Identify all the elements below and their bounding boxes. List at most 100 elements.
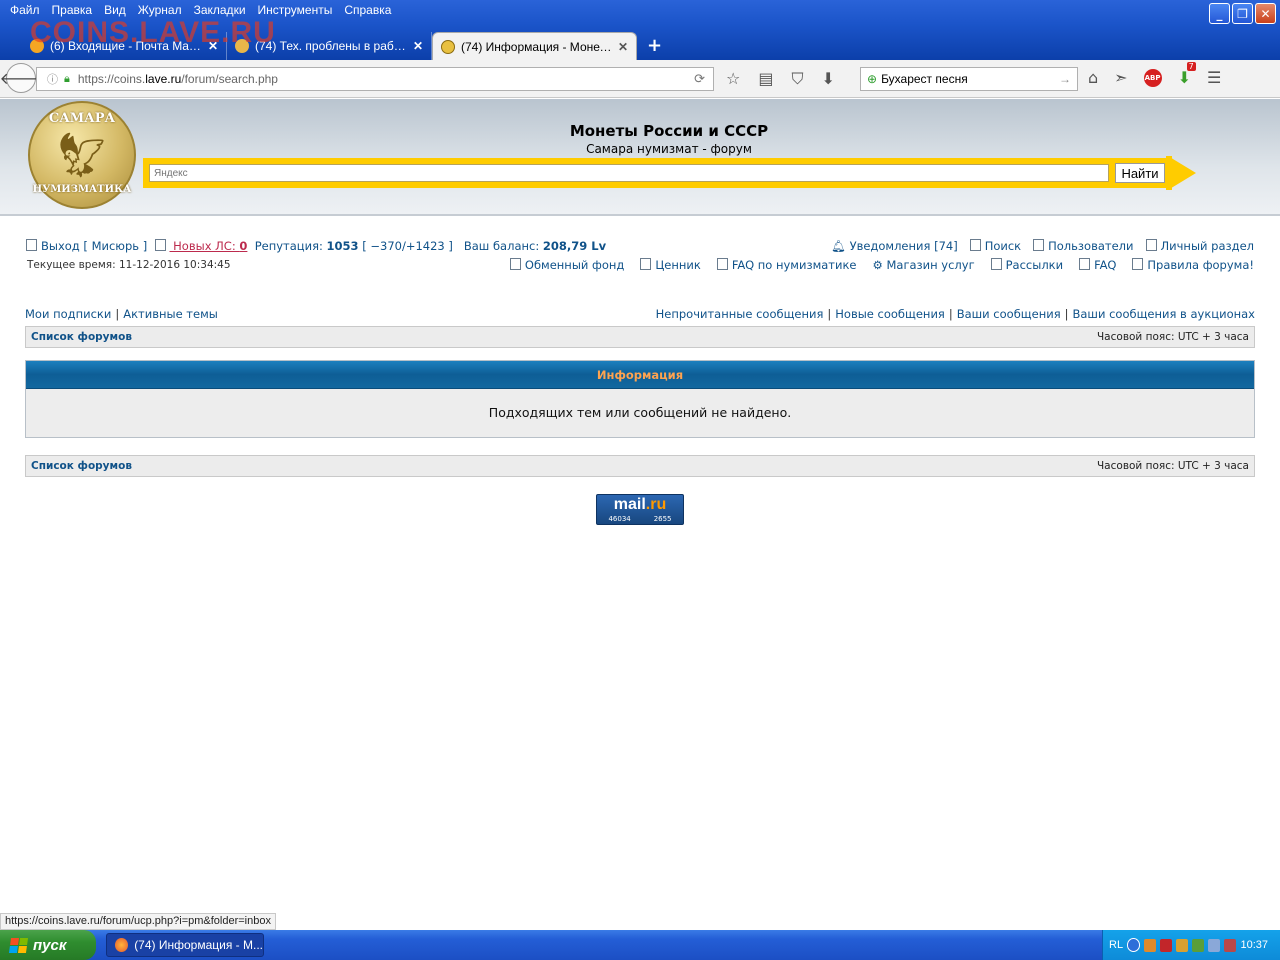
no-results-message: Подходящих тем или сообщений не найдено. [488,405,792,420]
smiley-favicon-icon [441,39,455,54]
menu-bookmarks[interactable]: Закладки [188,0,252,22]
smiley-favicon-icon [235,39,249,53]
maximize-button[interactable]: ❐ [1232,3,1253,24]
yandex-search-input[interactable] [149,164,1109,182]
menu-edit[interactable]: Правка [46,0,99,22]
menu-bar: Файл Правка Вид Журнал Закладки Инструме… [0,0,397,22]
unread-posts-link[interactable]: Непрочитанные сообщения [656,307,824,321]
tray-app-icon[interactable] [1192,938,1205,952]
help-icon [1079,258,1091,270]
your-auction-posts-link[interactable]: Ваши сообщения в аукционах [1073,307,1256,321]
forum-index-link[interactable]: Список форумов [31,460,132,472]
close-tab-icon[interactable]: ✕ [618,40,628,54]
bookmark-star-icon[interactable]: ☆ [726,69,740,89]
tab-information[interactable]: (74) Информация - Монеты ... ✕ [432,32,637,60]
minimize-button[interactable]: _ [1209,3,1230,24]
search-engine-icon: ⊕ [867,72,878,86]
reading-list-icon[interactable]: ▤ [758,69,773,89]
logout-link[interactable]: Выход [ Мисюрь ] [41,239,147,253]
my-subscriptions-link[interactable]: Мои подписки [25,307,111,321]
reputation-detail-link[interactable]: [ −370/+1423 ] [362,239,453,253]
close-tab-icon[interactable]: ✕ [413,39,423,53]
close-tab-icon[interactable]: ✕ [208,39,218,53]
price-list-link[interactable]: Ценник [640,258,701,272]
menu-view[interactable]: Вид [98,0,132,22]
window-controls: _ ❐ ✕ [1209,3,1276,24]
adblock-icon[interactable]: ABP [1143,68,1162,87]
windows-taskbar: пуск (74) Информация - М... RL 10:37 [0,930,1280,960]
find-button[interactable]: Найти [1115,163,1165,183]
hamburger-menu-icon[interactable]: ☰ [1207,68,1221,87]
tray-app-icon[interactable] [1160,938,1173,952]
browser-titlebar: Файл Правка Вид Журнал Закладки Инструме… [0,0,1280,62]
close-window-button[interactable]: ✕ [1255,3,1276,24]
tab-tech-problems[interactable]: (74) Тех. проблены в работ... ✕ [227,32,432,60]
send-icon[interactable]: ➣ [1114,68,1127,87]
language-indicator[interactable]: RL [1109,939,1123,951]
current-time: Текущее время: 11-12-2016 10:34:45 [27,259,231,271]
reload-icon[interactable]: ⟳ [694,71,705,87]
counter-brand: mail.ru [613,496,667,513]
tab-mail[interactable]: (6) Входящие - Почта Mail.Ru ✕ [22,32,227,60]
top-links-row-1: 🔔︎ Уведомления [74] Поиск Пользователи Л… [831,239,1254,253]
personal-section-link[interactable]: Личный раздел [1145,239,1254,253]
notifications-link[interactable]: 🔔︎ Уведомления [74] [831,239,957,253]
tray-app-icon[interactable] [1224,938,1237,952]
balance-label: Ваш баланс: [463,239,543,253]
network-icon[interactable] [1208,938,1221,952]
url-path: /forum/search.php [181,72,278,86]
members-link[interactable]: Пользователи [1033,239,1134,253]
pm-icon [154,239,166,251]
search-box[interactable]: ⊕ Бухарест песня → [860,67,1078,91]
back-button[interactable]: 🡐 [0,63,42,93]
counter-numbers: 46034 2655 [597,515,683,523]
help-icon [716,258,728,270]
download-icon[interactable]: ⬇ [821,69,834,89]
forum-index-link[interactable]: Список форумов [31,331,132,343]
search-link[interactable]: Поиск [969,239,1021,253]
tab-title: (74) Тех. проблены в работ... [255,39,407,53]
active-topics-link[interactable]: Активные темы [123,307,218,321]
newsletters-link[interactable]: Рассылки [990,258,1063,272]
menu-history[interactable]: Журнал [132,0,188,22]
tray-expand-icon[interactable] [1127,938,1141,952]
mailru-counter[interactable]: mail.ru 46034 2655 [596,494,684,525]
start-button[interactable]: пуск [0,930,96,960]
faq-link[interactable]: FAQ [1079,258,1116,272]
list-icon [640,258,652,270]
tab-title: (74) Информация - Монеты ... [461,39,612,54]
tray-app-icon[interactable] [1176,938,1189,952]
exchange-fund-link[interactable]: Обменный фонд [509,258,624,272]
search-go-icon[interactable]: → [1059,72,1071,86]
numismatics-faq-link[interactable]: FAQ по нумизматике [716,258,857,272]
sub-links-right: Непрочитанные сообщения | Новые сообщения |… [655,307,1256,321]
menu-file[interactable]: Файл [4,0,46,22]
url-bar[interactable]: ⓘ 🔒︎ https://coins. lave.ru/forum/search.… [36,67,714,91]
pocket-icon[interactable]: ⛉ [791,69,803,89]
menu-help[interactable]: Справка [338,0,397,22]
firefox-icon [115,938,129,952]
tray-app-icon[interactable] [1144,938,1157,952]
your-posts-link[interactable]: Ваши сообщения [957,307,1061,321]
logout-icon [26,239,37,251]
breadcrumb-top: Список форумов Часовой пояс: UTC + 3 час… [25,326,1255,348]
forum-rules-link[interactable]: Правила форума! [1132,258,1254,272]
list-icon [509,258,521,270]
downloads-icon[interactable]: ⬇ 7 [1178,62,1196,87]
start-label: пуск [33,936,67,954]
new-pm-link[interactable]: Новых ЛС: 0 [170,239,247,253]
yandex-search-bar: Найти [143,158,1168,188]
mail-favicon-icon [30,39,44,53]
information-panel: Информация Подходящих тем или сообщений … [25,360,1255,438]
taskbar-firefox-item[interactable]: (74) Информация - М... [106,933,264,957]
shop-link[interactable]: ⚙︎ Магазин услуг [873,258,975,272]
home-icon[interactable]: ⌂ [1088,68,1098,87]
search-arrow-icon [1168,156,1196,190]
new-tab-button[interactable]: + [637,35,672,60]
windows-logo-icon [8,937,29,953]
info-icon[interactable]: ⓘ [47,71,58,87]
user-bar: Выход [ Мисюрь ] Новых ЛС: 0 Репутация: … [26,239,606,253]
menu-tools[interactable]: Инструменты [252,0,339,22]
shop-icon: ⚙︎ [872,258,883,272]
new-posts-link[interactable]: Новые сообщения [835,307,945,321]
